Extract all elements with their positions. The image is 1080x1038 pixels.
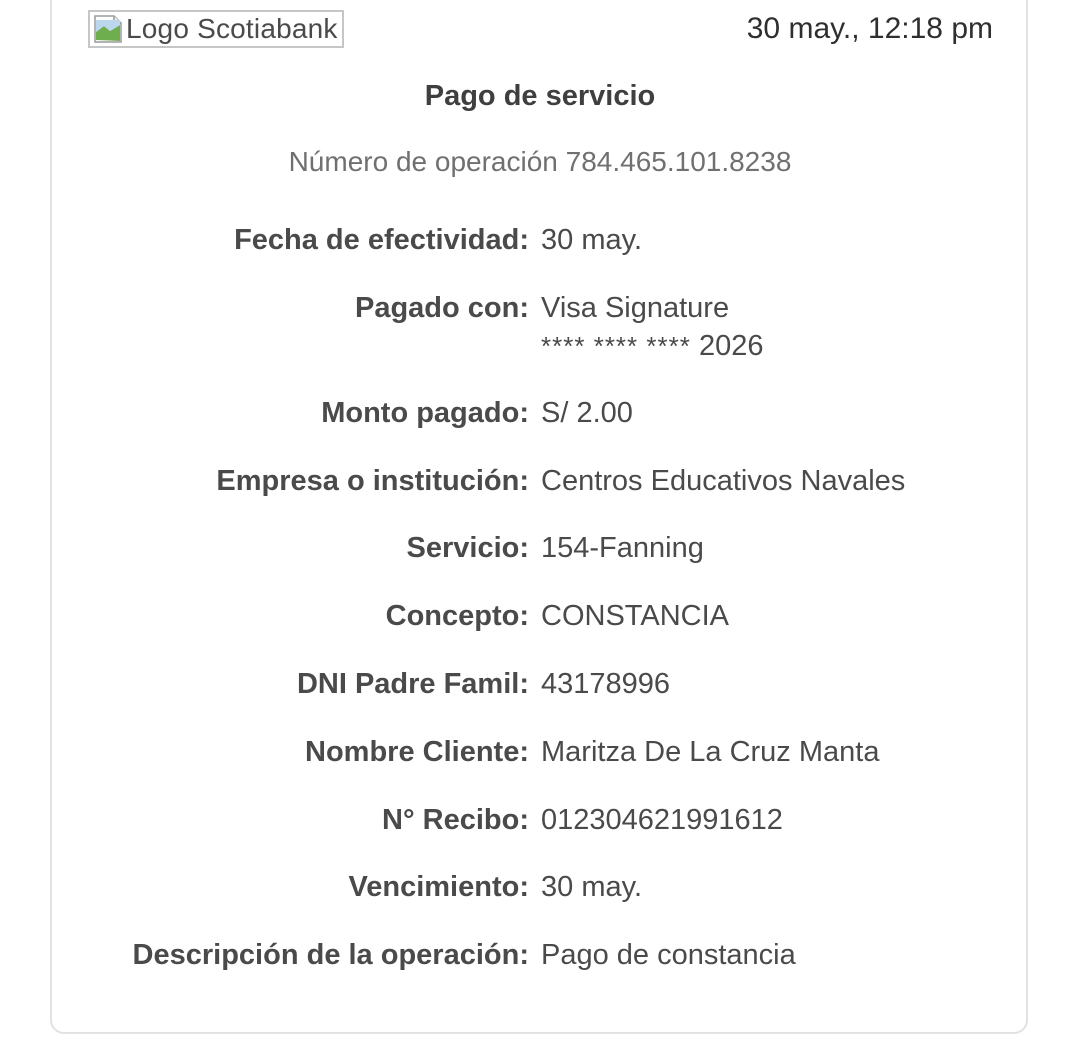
row-label: Monto pagado:: [321, 397, 529, 429]
row-value: Visa Signature **** **** **** 2026: [529, 289, 763, 365]
row-value: 43178996: [541, 668, 671, 700]
row-label: Pagado con:: [354, 292, 529, 324]
logo-alt-text: Logo Scotiabank: [126, 13, 338, 44]
row-label: Vencimiento:: [348, 871, 530, 903]
row-label: Servicio:: [406, 532, 530, 564]
row-value: CONSTANCIA: [541, 600, 729, 632]
row-label: Descripción de la operación:: [132, 939, 529, 971]
row-value: Centros Educativos Navales: [541, 465, 906, 497]
row-value: S/ 2.00: [541, 397, 633, 429]
row-value: Maritza De La Cruz Manta: [541, 736, 880, 768]
row-amount-paid: Monto pagado: S/ 2.00: [0, 394, 1080, 432]
receipt-title: Pago de servicio: [424, 80, 656, 112]
row-dni: DNI Padre Famil: 43178996: [0, 665, 1080, 703]
row-label: Concepto:: [385, 600, 529, 632]
row-label: Nombre Cliente:: [305, 736, 529, 768]
row-label: DNI Padre Famil:: [296, 668, 529, 700]
row-label: N° Recibo:: [382, 804, 529, 836]
row-value: 012304621991612: [541, 804, 783, 836]
operation-number: Número de operación 784.465.101.8238: [288, 146, 792, 177]
row-service: Servicio: 154-Fanning: [0, 529, 1080, 567]
row-concept: Concepto: CONSTANCIA: [0, 597, 1080, 635]
bank-logo-placeholder: Logo Scotiabank: [88, 10, 344, 48]
row-value: 30 may.: [541, 871, 643, 903]
masked-card-number: **** **** **** 2026: [541, 327, 763, 365]
row-value: Pago de constancia: [541, 939, 796, 971]
row-client-name: Nombre Cliente: Maritza De La Cruz Manta: [0, 733, 1080, 771]
row-label: Fecha de efectividad:: [234, 224, 529, 256]
row-value: 154-Fanning: [541, 532, 704, 564]
row-value: 30 may.: [541, 224, 643, 256]
row-paid-with: Pagado con: Visa Signature **** **** ***…: [0, 289, 1080, 365]
row-due-date: Vencimiento: 30 may.: [0, 868, 1080, 906]
card-mask-stars: **** **** ****: [541, 331, 691, 361]
row-company: Empresa o institución: Centros Educativo…: [0, 462, 1080, 500]
row-receipt-number: N° Recibo: 012304621991612: [0, 801, 1080, 839]
broken-image-icon: [94, 15, 122, 43]
row-operation-description: Descripción de la operación: Pago de con…: [0, 936, 1080, 974]
card-last-digits: 2026: [698, 330, 764, 362]
receipt-timestamp: 30 may., 12:18 pm: [746, 12, 993, 45]
row-label: Empresa o institución:: [216, 465, 529, 497]
row-effective-date: Fecha de efectividad: 30 may.: [0, 221, 1080, 259]
card-name: Visa Signature: [541, 292, 730, 324]
